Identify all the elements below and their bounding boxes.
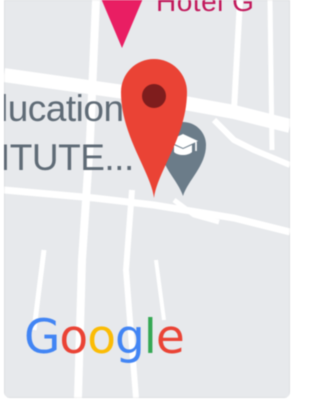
poi-label-line2: ITUTE...	[4, 137, 134, 178]
google-logo-letter-6: e	[155, 310, 185, 365]
google-logo-letter-3: o	[87, 310, 116, 365]
google-logo-letter-4: g	[114, 310, 145, 365]
google-logo-letter-1: G	[24, 310, 60, 365]
google-logo: Google	[24, 310, 185, 365]
poi-label[interactable]: lucation ITUTE...	[4, 84, 134, 182]
google-logo-letter-2: o	[59, 310, 88, 365]
hotel-pin-icon[interactable]	[100, 0, 144, 48]
google-logo-letter-5: l	[143, 310, 157, 365]
hotel-label[interactable]: Hotel G	[156, 0, 254, 18]
red-location-pin-icon[interactable]	[118, 52, 190, 200]
map-view[interactable]: Hotel G lucation ITUTE... Google	[4, 0, 290, 398]
pin-center-dot	[142, 84, 166, 108]
poi-label-line1: lucation	[4, 88, 124, 129]
